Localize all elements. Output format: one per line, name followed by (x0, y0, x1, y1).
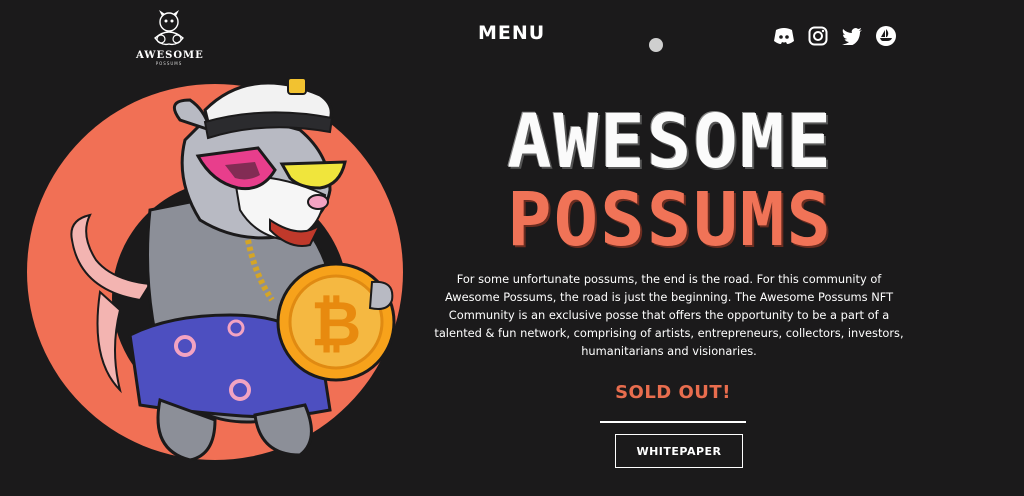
brand-logo[interactable]: AWESOME POSSUMS (136, 8, 203, 66)
hero-description: For some unfortunate possums, the end is… (434, 272, 904, 358)
possum-illustration: ₿ (27, 77, 403, 462)
twitter-icon[interactable] (841, 25, 863, 47)
cursor-dot (649, 38, 663, 52)
hat-badge (287, 77, 307, 95)
whitepaper-button[interactable]: WHITEPAPER (615, 434, 743, 468)
bitcoin-symbol: ₿ (311, 287, 362, 360)
social-links (773, 25, 897, 47)
title-line-2: POSSUMS (507, 177, 833, 263)
page: AWESOME POSSUMS MENU ₿ AWESOME POSSUMS F… (0, 0, 1024, 496)
instagram-icon[interactable] (807, 25, 829, 47)
nose (307, 194, 329, 210)
hero-title: AWESOME POSSUMS (430, 105, 910, 257)
paw (368, 280, 394, 310)
opensea-icon[interactable] (875, 25, 897, 47)
sold-out-status: SOLD OUT! (615, 382, 731, 403)
title-line-1: AWESOME (507, 99, 833, 185)
divider (600, 421, 746, 423)
discord-icon[interactable] (773, 25, 795, 47)
menu-button[interactable]: MENU (478, 22, 545, 44)
possum-logo-icon (154, 10, 184, 46)
